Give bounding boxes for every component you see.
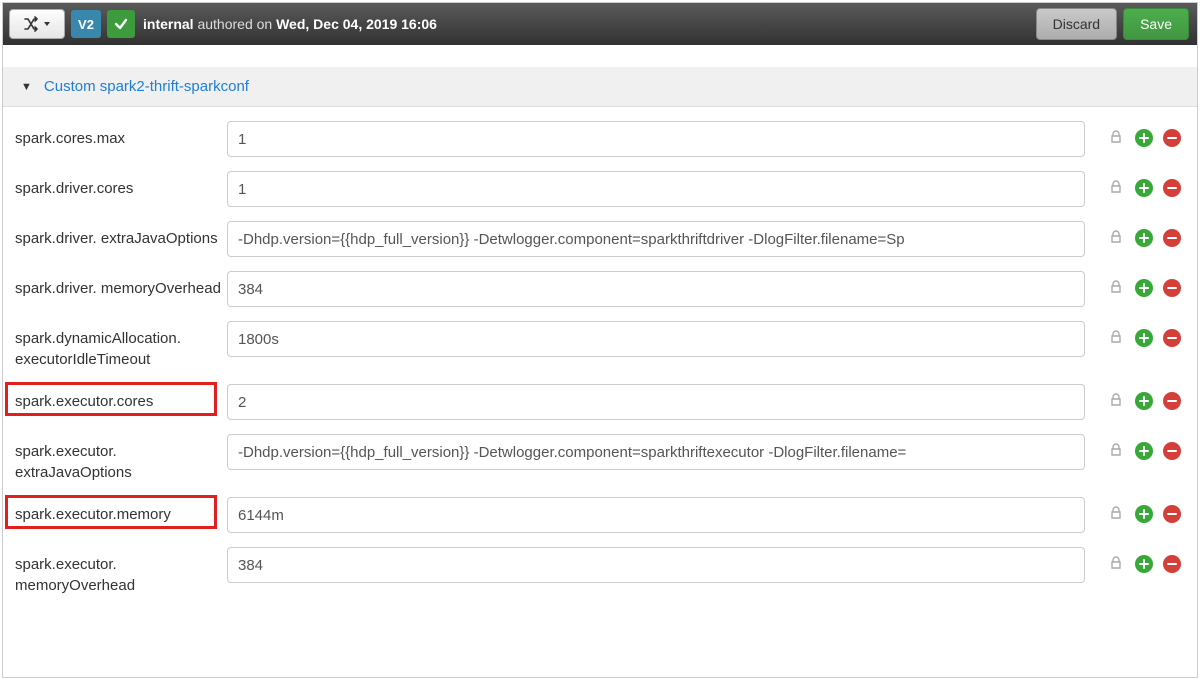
- add-button[interactable]: [1135, 329, 1153, 347]
- config-input[interactable]: [227, 497, 1085, 533]
- add-button[interactable]: [1135, 442, 1153, 460]
- config-row: spark.executor.memory: [11, 497, 1189, 533]
- row-actions: [1093, 547, 1189, 573]
- config-row: spark.driver. extraJavaOptions: [11, 221, 1189, 257]
- lock-icon[interactable]: [1109, 330, 1125, 347]
- add-button[interactable]: [1135, 129, 1153, 147]
- shuffle-button[interactable]: [9, 9, 65, 39]
- add-button[interactable]: [1135, 505, 1153, 523]
- config-row: spark.executor. memoryOverhead: [11, 547, 1189, 596]
- check-badge[interactable]: [107, 10, 135, 38]
- row-actions: [1093, 221, 1189, 247]
- authored-middle: authored on: [194, 16, 277, 32]
- config-input[interactable]: [227, 547, 1085, 583]
- row-actions: [1093, 384, 1189, 410]
- config-input[interactable]: [227, 434, 1085, 470]
- config-input[interactable]: [227, 221, 1085, 257]
- lock-icon[interactable]: [1109, 506, 1125, 523]
- row-actions: [1093, 271, 1189, 297]
- config-input[interactable]: [227, 321, 1085, 357]
- add-button[interactable]: [1135, 229, 1153, 247]
- config-label: spark.driver. extraJavaOptions: [11, 221, 227, 249]
- lock-icon[interactable]: [1109, 130, 1125, 147]
- row-actions: [1093, 497, 1189, 523]
- app-frame: V2 internal authored on Wed, Dec 04, 201…: [2, 2, 1198, 678]
- config-row: spark.executor. extraJavaOptions: [11, 434, 1189, 483]
- remove-button[interactable]: [1163, 179, 1181, 197]
- config-input-wrap: [227, 434, 1093, 470]
- caret-down-icon: [43, 20, 51, 28]
- config-row: spark.driver. memoryOverhead: [11, 271, 1189, 307]
- config-row: spark.executor.cores: [11, 384, 1189, 420]
- authored-text: internal authored on Wed, Dec 04, 2019 1…: [143, 16, 437, 32]
- row-actions: [1093, 121, 1189, 147]
- config-input-wrap: [227, 384, 1093, 420]
- config-input-wrap: [227, 497, 1093, 533]
- config-input-wrap: [227, 121, 1093, 157]
- add-button[interactable]: [1135, 392, 1153, 410]
- shuffle-icon: [23, 16, 39, 32]
- authored-date: Wed, Dec 04, 2019 16:06: [276, 16, 437, 32]
- lock-icon[interactable]: [1109, 180, 1125, 197]
- save-button[interactable]: Save: [1123, 8, 1189, 40]
- add-button[interactable]: [1135, 279, 1153, 297]
- lock-icon[interactable]: [1109, 443, 1125, 460]
- config-input[interactable]: [227, 121, 1085, 157]
- remove-button[interactable]: [1163, 229, 1181, 247]
- row-actions: [1093, 321, 1189, 347]
- config-label: spark.executor. memoryOverhead: [11, 547, 227, 596]
- config-label: spark.driver. memoryOverhead: [11, 271, 227, 299]
- config-label: spark.cores.max: [11, 121, 227, 149]
- config-input-wrap: [227, 171, 1093, 207]
- top-toolbar: V2 internal authored on Wed, Dec 04, 201…: [3, 3, 1197, 45]
- discard-button[interactable]: Discard: [1036, 8, 1117, 40]
- remove-button[interactable]: [1163, 279, 1181, 297]
- config-label: spark.dynamicAllocation. executorIdleTim…: [11, 321, 227, 370]
- config-input-wrap: [227, 221, 1093, 257]
- remove-button[interactable]: [1163, 505, 1181, 523]
- remove-button[interactable]: [1163, 392, 1181, 410]
- remove-button[interactable]: [1163, 555, 1181, 573]
- config-input[interactable]: [227, 384, 1085, 420]
- config-label: spark.driver.cores: [11, 171, 227, 199]
- section-title: Custom spark2-thrift-sparkconf: [44, 78, 249, 95]
- lock-icon[interactable]: [1109, 230, 1125, 247]
- config-row: spark.cores.max: [11, 121, 1189, 157]
- config-label: spark.executor. extraJavaOptions: [11, 434, 227, 483]
- collapse-caret-icon: ▼: [21, 81, 32, 93]
- remove-button[interactable]: [1163, 129, 1181, 147]
- config-input[interactable]: [227, 171, 1085, 207]
- config-row: spark.driver.cores: [11, 171, 1189, 207]
- author-name: internal: [143, 16, 194, 32]
- section-header[interactable]: ▼ Custom spark2-thrift-sparkconf: [3, 67, 1197, 107]
- row-actions: [1093, 434, 1189, 460]
- lock-icon[interactable]: [1109, 393, 1125, 410]
- config-input-wrap: [227, 271, 1093, 307]
- add-button[interactable]: [1135, 179, 1153, 197]
- version-badge[interactable]: V2: [71, 10, 101, 38]
- config-input[interactable]: [227, 271, 1085, 307]
- add-button[interactable]: [1135, 555, 1153, 573]
- config-label: spark.executor.memory: [11, 497, 227, 525]
- config-rows: spark.cores.max spark.driver.cores spark.d…: [3, 107, 1197, 614]
- config-row: spark.dynamicAllocation. executorIdleTim…: [11, 321, 1189, 370]
- row-actions: [1093, 171, 1189, 197]
- remove-button[interactable]: [1163, 329, 1181, 347]
- config-input-wrap: [227, 321, 1093, 357]
- lock-icon[interactable]: [1109, 556, 1125, 573]
- config-input-wrap: [227, 547, 1093, 583]
- config-label: spark.executor.cores: [11, 384, 227, 412]
- remove-button[interactable]: [1163, 442, 1181, 460]
- lock-icon[interactable]: [1109, 280, 1125, 297]
- check-icon: [114, 17, 128, 31]
